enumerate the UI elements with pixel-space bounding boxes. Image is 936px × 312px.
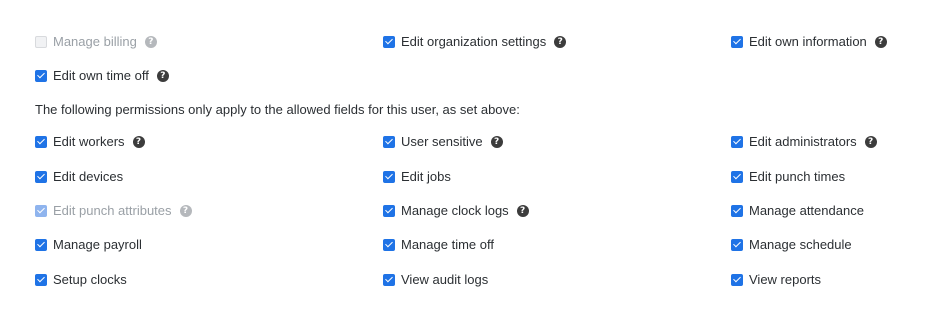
edit-punch-times-checkbox[interactable] [731,170,743,183]
permission-label: Manage time off [401,237,494,252]
permission-view-audit-logs[interactable]: View audit logs [383,272,488,287]
manage-payroll-checkbox[interactable] [35,238,47,251]
edit-workers-checkbox[interactable] [35,135,47,148]
edit-administrators-checkbox[interactable] [731,135,743,148]
permission-label: Manage schedule [749,237,852,252]
help-icon[interactable]: ? [864,135,877,148]
edit-punch-attributes-checkbox [35,204,47,217]
help-icon[interactable]: ? [554,35,567,48]
permission-manage-schedule[interactable]: Manage schedule [731,237,852,252]
permission-edit-own-time-off[interactable]: Edit own time off? [35,68,169,83]
manage-time-off-checkbox[interactable] [383,238,395,251]
permission-label: Edit own time off [53,68,149,83]
edit-own-information-checkbox[interactable] [731,35,743,48]
permission-label: Edit punch times [749,169,846,184]
permission-label: Edit administrators [749,134,857,149]
permission-manage-attendance[interactable]: Manage attendance [731,203,864,218]
help-icon[interactable]: ? [156,69,169,82]
manage-clock-logs-checkbox[interactable] [383,204,395,217]
permission-edit-punch-times[interactable]: Edit punch times [731,169,845,184]
permission-edit-workers[interactable]: Edit workers? [35,134,145,149]
user-sensitive-checkbox[interactable] [383,135,395,148]
permission-edit-own-information[interactable]: Edit own information? [731,34,887,49]
permission-manage-time-off[interactable]: Manage time off [383,237,494,252]
edit-devices-checkbox[interactable] [35,170,47,183]
permission-edit-administrators[interactable]: Edit administrators? [731,134,877,149]
permission-label: Edit own information [749,34,867,49]
permission-manage-payroll[interactable]: Manage payroll [35,237,142,252]
permission-label: Edit devices [53,169,124,184]
permission-edit-devices[interactable]: Edit devices [35,169,123,184]
permission-edit-jobs[interactable]: Edit jobs [383,169,451,184]
permission-setup-clocks[interactable]: Setup clocks [35,272,127,287]
help-icon[interactable]: ? [179,204,192,217]
permission-view-reports[interactable]: View reports [731,272,821,287]
view-audit-logs-checkbox[interactable] [383,273,395,286]
permission-label: User sensitive [401,134,483,149]
help-icon[interactable]: ? [516,204,529,217]
permission-label: Edit punch attributes [53,203,172,218]
manage-attendance-checkbox[interactable] [731,204,743,217]
permission-label: Edit organization settings [401,34,547,49]
permission-edit-punch-attributes: Edit punch attributes? [35,203,192,218]
permission-edit-organization-settings[interactable]: Edit organization settings? [383,34,567,49]
manage-billing-checkbox [35,35,47,48]
field-permissions-note: The following permissions only apply to … [35,102,520,117]
permission-label: Edit jobs [401,169,451,184]
permission-label: Manage attendance [749,203,864,218]
permission-label: Manage clock logs [401,203,509,218]
setup-clocks-checkbox[interactable] [35,273,47,286]
permission-label: View audit logs [401,272,489,287]
permission-label: Manage payroll [53,237,142,252]
edit-jobs-checkbox[interactable] [383,170,395,183]
permission-label: Manage billing [53,34,137,49]
help-icon[interactable]: ? [490,135,503,148]
help-icon[interactable]: ? [144,35,157,48]
permission-label: Edit workers [53,134,125,149]
help-icon[interactable]: ? [874,35,887,48]
permission-manage-billing: Manage billing? [35,34,157,49]
permission-label: Setup clocks [53,272,127,287]
manage-schedule-checkbox[interactable] [731,238,743,251]
permission-user-sensitive[interactable]: User sensitive? [383,134,503,149]
permission-manage-clock-logs[interactable]: Manage clock logs? [383,203,529,218]
edit-own-time-off-checkbox[interactable] [35,69,47,82]
help-icon[interactable]: ? [132,135,145,148]
permission-label: View reports [749,272,822,287]
view-reports-checkbox[interactable] [731,273,743,286]
edit-organization-settings-checkbox[interactable] [383,35,395,48]
